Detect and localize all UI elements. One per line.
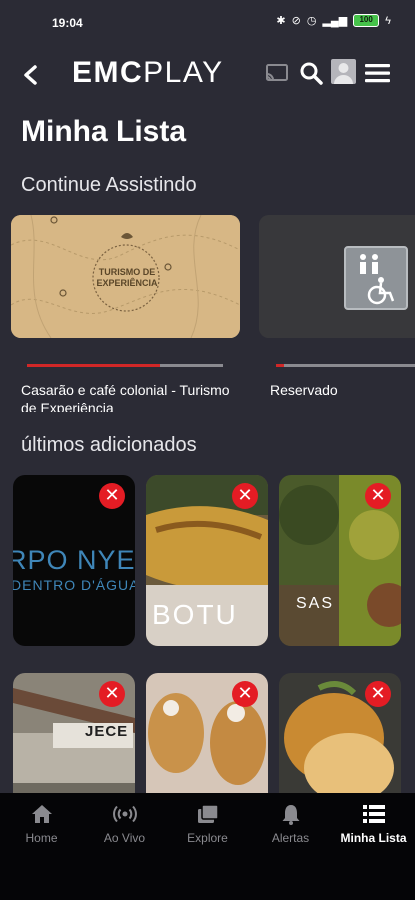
remove-close-icon[interactable]: ✕	[99, 681, 125, 707]
nav-label: Ao Vivo	[103, 831, 146, 845]
page-title: Minha Lista	[21, 115, 187, 148]
status-bar: 19:04 ✱ ⊘ ◷ ▂▄▆ 100 ϟ	[0, 0, 415, 46]
tile-subcaption: DENTRO D'ÁGUA	[13, 577, 135, 593]
remove-close-icon[interactable]: ✕	[99, 483, 125, 509]
accessible-sign-thumbnail	[259, 215, 415, 338]
charging-icon: ϟ	[385, 14, 391, 27]
battery-icon: 100	[353, 14, 380, 27]
bell-icon	[282, 805, 299, 825]
logo-bold-text: EMC	[72, 56, 144, 89]
user-icon	[334, 63, 353, 84]
nav-item-my-list[interactable]: Minha Lista	[332, 803, 415, 845]
live-icon	[112, 805, 137, 823]
home-icon	[31, 805, 52, 823]
search-icon[interactable]	[298, 60, 324, 86]
recently-added-title: últimos adicionados	[21, 434, 197, 456]
remove-close-icon[interactable]: ✕	[365, 483, 391, 509]
status-icons: ✱ ⊘ ◷ ▂▄▆ 100 ϟ	[276, 14, 391, 27]
hamburger-menu-icon[interactable]	[364, 60, 390, 86]
nav-item-home[interactable]: Home	[0, 803, 83, 845]
nav-label: Home	[25, 831, 58, 845]
continue-watching-label[interactable]: Casarão e café colonial - Turismo de Exp…	[21, 381, 231, 412]
bluetooth-icon: ✱	[276, 15, 286, 27]
mute-icon: ⊘	[291, 15, 301, 27]
watch-progress-bar	[27, 364, 223, 367]
content-tile[interactable]: RPO NYE DENTRO D'ÁGUA ✕	[13, 475, 135, 646]
bottom-navigation: Home Ao Vivo Explore Alertas Minha Lista	[0, 793, 415, 900]
alarm-icon: ◷	[306, 15, 317, 27]
signal-icon: ▂▄▆	[322, 15, 348, 27]
avatar[interactable]	[331, 59, 356, 84]
tile-caption: JECE	[85, 723, 129, 740]
continue-watching-card[interactable]	[259, 215, 415, 338]
nav-item-explore[interactable]: Explore	[166, 803, 249, 845]
continue-watching-title: Continue Assistindo	[21, 174, 197, 196]
app-logo[interactable]: EMCPLAY	[72, 56, 224, 90]
card-poster-text: TURISMO DE EXPERIÊNCIA	[96, 267, 158, 288]
watch-progress-fill	[27, 364, 161, 367]
nav-item-alerts[interactable]: Alertas	[249, 803, 332, 845]
logo-light-text: PLAY	[143, 56, 224, 89]
app-header: EMCPLAY	[0, 50, 415, 98]
tile-caption: RPO NYE	[13, 545, 135, 575]
tile-caption: SAS	[296, 595, 335, 612]
explore-icon	[197, 804, 219, 823]
list-icon	[362, 805, 385, 823]
back-arrow-icon[interactable]	[20, 64, 42, 86]
continue-watching-card[interactable]: TURISMO DE EXPERIÊNCIA	[11, 215, 240, 338]
continue-watching-label[interactable]: Reservado	[270, 381, 410, 412]
cast-icon[interactable]	[264, 60, 290, 86]
nav-label: Alertas	[271, 831, 310, 845]
nav-label: Explore	[187, 831, 228, 845]
nav-label: Minha Lista	[340, 831, 407, 845]
watch-progress-fill	[276, 364, 284, 367]
remove-close-icon[interactable]: ✕	[232, 483, 258, 509]
watch-progress-bar	[276, 364, 415, 367]
remove-close-icon[interactable]: ✕	[232, 681, 258, 707]
remove-close-icon[interactable]: ✕	[365, 681, 391, 707]
status-time: 19:04	[52, 16, 83, 30]
content-tile[interactable]: BOTU ✕	[146, 475, 268, 646]
nav-item-live[interactable]: Ao Vivo	[83, 803, 166, 845]
content-tile[interactable]: SAS ✕	[279, 475, 401, 646]
tile-caption: BOTU	[152, 599, 238, 630]
